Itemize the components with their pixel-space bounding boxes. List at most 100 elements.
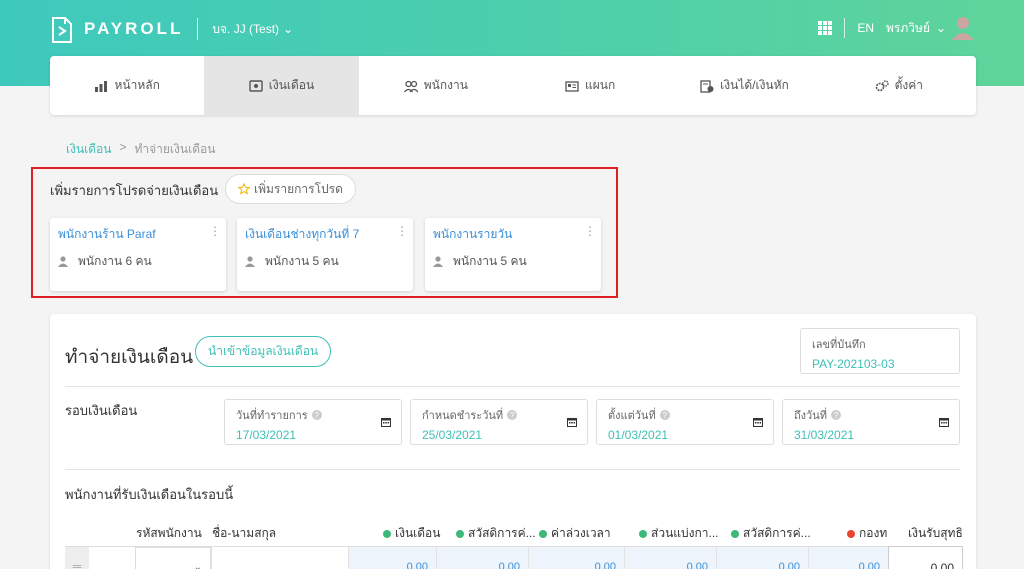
welfare-2-cell[interactable]: 0.00 (716, 547, 808, 569)
main-nav: หน้าหลัก เงินเดือน พนักงาน แผนก เงินได้/… (50, 56, 976, 115)
favorite-card[interactable]: เงินเดือนช่างทุกวันที่ 7 พนักงาน 5 คน · ·… (237, 218, 413, 291)
employees-icon (403, 80, 418, 92)
logo[interactable]: PAYROLL บจ. JJ (Test) ⌄ (50, 14, 293, 44)
favorite-card-count: พนักงาน 5 คน (453, 254, 527, 268)
end-date-field[interactable]: ถึงวันที่? 31/03/2021 (782, 399, 960, 445)
field-label: กำหนดชำระวันที่ (422, 410, 504, 422)
nav-label: พนักงาน (423, 78, 468, 92)
gear-icon (875, 79, 889, 91)
deduction-dot-icon (847, 529, 855, 538)
breadcrumb: เงินเดือน > ทำจ่ายเงินเดือน (66, 140, 215, 159)
star-icon (238, 183, 250, 195)
calendar-icon[interactable] (381, 417, 391, 427)
language-switch[interactable]: EN (857, 21, 874, 35)
breadcrumb-separator: > (119, 140, 127, 154)
apps-grid-icon[interactable] (818, 21, 833, 35)
divider (65, 386, 960, 387)
add-favorite-button[interactable]: เพิ่มรายการโปรด (225, 174, 356, 204)
column-header-name: ชื่อ-นามสกุล (212, 526, 277, 540)
favorite-card[interactable]: พนักงานรายวัน พนักงาน 5 คน · · · (425, 218, 601, 291)
import-payroll-button[interactable]: นำเข้าข้อมูลเงินเดือน (195, 336, 332, 367)
calendar-icon[interactable] (567, 417, 577, 427)
column-header-overtime: ค่าล่วงเวลา (539, 524, 611, 543)
nav-label: เงินได้/เงินหัก (720, 78, 789, 92)
favorites-title: เพิ่มรายการโปรดจ่ายเงินเดือน (50, 183, 219, 198)
calendar-icon[interactable] (939, 417, 949, 427)
salary-cell[interactable]: 0.00 (348, 547, 436, 569)
chevron-down-icon: ⌄ (283, 22, 294, 36)
income-dot-icon (731, 529, 739, 538)
breadcrumb-current: ทำจ่ายเงินเดือน (134, 142, 216, 156)
chart-bar-icon (95, 80, 108, 92)
column-header-welfare-2: สวัสดิการค่... (731, 524, 811, 543)
divider (197, 18, 199, 40)
field-label: ตั้งแต่วันที่ (608, 410, 656, 422)
employees-section-title: พนักงานที่รับเงินเดือนในรอบนี้ (65, 487, 234, 502)
breadcrumb-payroll-link[interactable]: เงินเดือน (66, 140, 111, 159)
add-favorite-label: เพิ่มรายการโปรด (254, 181, 343, 196)
chevron-down-icon: ⌄ (193, 562, 202, 569)
document-number-field: เลขที่บันทึก PAY-202103-03 (800, 328, 960, 374)
drag-handle-icon[interactable]: ═ (65, 547, 89, 569)
logo-text: PAYROLL (84, 19, 184, 38)
field-value: 31/03/2021 (794, 428, 855, 442)
employee-code-select[interactable]: ⌄ (135, 547, 211, 569)
company-name: บจ. JJ (Test) (212, 21, 280, 36)
welfare-cell[interactable]: 0.00 (436, 547, 528, 569)
company-switcher[interactable]: บจ. JJ (Test) ⌄ (212, 20, 293, 39)
start-date-field[interactable]: ตั้งแต่วันที่? 01/03/2021 (596, 399, 774, 445)
overtime-cell[interactable]: 0.00 (528, 547, 624, 569)
help-icon[interactable]: ? (830, 410, 841, 420)
calendar-icon[interactable] (753, 417, 763, 427)
more-vertical-icon[interactable]: · · · (587, 220, 593, 241)
more-vertical-icon[interactable]: · · · (399, 220, 405, 241)
user-menu[interactable]: พรภวิษย์ ⌄ (886, 16, 974, 40)
nav-settings[interactable]: ตั้งค่า (822, 56, 976, 115)
nav-income-deduction[interactable]: เงินได้/เงินหัก (667, 56, 821, 115)
transaction-date-field[interactable]: วันที่ทำรายการ? 17/03/2021 (224, 399, 402, 445)
nav-employees[interactable]: พนักงาน (359, 56, 513, 115)
nav-label: หน้าหลัก (114, 78, 160, 92)
favorite-card-count: พนักงาน 6 คน (78, 254, 152, 268)
user-name: พรภวิษย์ (885, 20, 930, 35)
payroll-form: ทำจ่ายเงินเดือน นำเข้าข้อมูลเงินเดือน เล… (50, 314, 976, 569)
help-icon[interactable]: ? (659, 410, 670, 420)
chevron-down-icon: ⌄ (935, 21, 946, 35)
income-deduction-icon (700, 79, 714, 93)
department-icon (565, 80, 579, 92)
person-icon (433, 256, 443, 267)
income-dot-icon (456, 529, 464, 538)
payroll-icon (249, 79, 263, 92)
nav-label: เงินเดือน (268, 78, 315, 92)
due-date-field[interactable]: กำหนดชำระวันที่? 25/03/2021 (410, 399, 588, 445)
favorite-card[interactable]: พนักงานร้าน Paraf พนักงาน 6 คน · · · (50, 218, 226, 291)
help-icon[interactable]: ? (507, 410, 518, 420)
column-header-welfare: สวัสดิการค่... (456, 524, 536, 543)
document-number-value: PAY-202103-03 (812, 357, 895, 371)
help-icon[interactable]: ? (311, 410, 322, 420)
field-label: วันที่ทำรายการ (236, 410, 308, 422)
field-value: 17/03/2021 (236, 428, 297, 442)
nav-home[interactable]: หน้าหลัก (50, 56, 204, 115)
nav-label: ตั้งค่า (894, 78, 924, 92)
more-vertical-icon[interactable]: · · · (212, 220, 218, 241)
nav-department[interactable]: แผนก (513, 56, 667, 115)
income-dot-icon (539, 529, 547, 538)
favorite-card-count: พนักงาน 5 คน (265, 254, 339, 268)
profit-share-cell[interactable]: 0.00 (624, 547, 716, 569)
employee-name-cell[interactable] (211, 547, 348, 569)
table-row: ═ ⌄ 0.00 0.00 0.00 0.00 0.00 0.00 (65, 546, 962, 569)
column-header-profit-share: ส่วนแบ่งกา... (639, 524, 718, 543)
net-pay-cell: 0.00 (888, 546, 963, 569)
divider (65, 469, 960, 470)
payroll-logo-icon (52, 17, 72, 43)
divider (844, 18, 846, 38)
field-value: 25/03/2021 (422, 428, 483, 442)
nav-payroll[interactable]: เงินเดือน (204, 56, 359, 115)
field-label: ถึงวันที่ (794, 410, 827, 422)
fund-cell[interactable]: 0.00 (808, 547, 888, 569)
column-header-salary: เงินเดือน (383, 524, 440, 543)
favorite-card-name: พนักงานรายวัน (433, 227, 513, 241)
favorite-card-name: เงินเดือนช่างทุกวันที่ 7 (245, 227, 360, 241)
column-header-fund: กองท (847, 524, 887, 543)
